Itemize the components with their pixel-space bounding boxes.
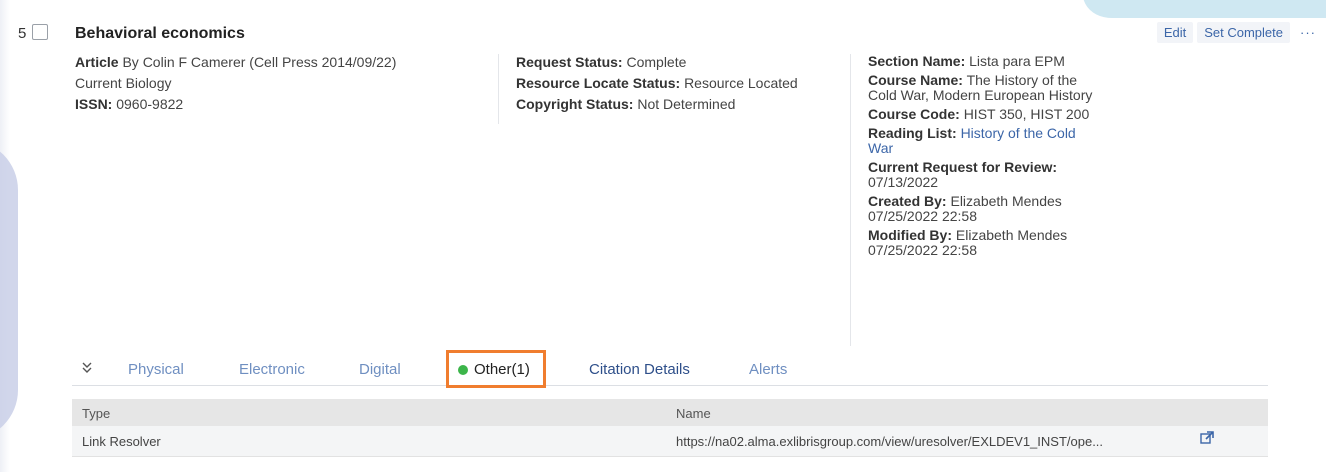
collapse-chevron-icon[interactable] [82,362,92,377]
modified-label: Modified By: [868,227,952,243]
issn-value: 0960-9822 [116,96,184,112]
row-number: 5 [18,25,27,42]
other-table: Type Name Link Resolver https://na02.alm… [72,399,1268,457]
request-status-label: Request Status: [516,54,623,70]
section-name-value: Lista para EPM [969,53,1065,69]
decorative-shape [0,140,18,440]
copyright-status-value: Not Determined [637,96,736,112]
column-header-type[interactable]: Type [82,406,110,421]
tab-electronic[interactable]: Electronic [239,361,305,378]
locate-status: Resource Locate Status: Resource Located [516,75,856,92]
cell-name-link[interactable]: https://na02.alma.exlibrisgroup.com/view… [676,434,1103,449]
status-column: Request Status: Complete Resource Locate… [498,54,856,124]
table-header: Type Name [72,399,1268,426]
status-dot-icon [458,365,468,375]
table-row: Link Resolver https://na02.alma.exlibris… [72,426,1268,457]
column-header-name[interactable]: Name [676,406,711,421]
tab-alerts[interactable]: Alerts [749,361,787,378]
record-title[interactable]: Behavioral economics [75,25,245,43]
more-actions-icon[interactable]: ··· [1300,25,1316,40]
external-link-icon[interactable] [1200,431,1214,448]
type-label: Article [75,54,119,70]
section-name: Section Name: Lista para EPM [868,54,1100,69]
request-status-value: Complete [626,54,687,70]
tab-other-label: Other(1) [474,361,530,378]
reading-list: Reading List: History of the Cold War [868,126,1100,156]
course-code-label: Course Code: [868,106,960,122]
citation-summary: Article By Colin F Camerer (Cell Press 2… [75,54,475,117]
created-label: Created By: [868,193,947,209]
decorative-banner [1064,0,1326,18]
journal: Current Biology [75,75,172,91]
issn-line: ISSN: 0960-9822 [75,96,475,113]
review-label: Current Request for Review: [868,159,1058,175]
tab-digital[interactable]: Digital [359,361,401,378]
edit-button[interactable]: Edit [1156,22,1194,43]
course-name-label: Course Name: [868,72,963,88]
current-request-review: Current Request for Review: 07/13/2022 [868,160,1100,190]
tab-bar: Physical Electronic Digital Other(1) Cit… [72,350,1268,388]
course-name: Course Name: The History of the Cold War… [868,73,1100,103]
locate-status-label: Resource Locate Status: [516,75,681,91]
section-name-label: Section Name: [868,53,966,69]
issn-label: ISSN: [75,96,113,112]
cell-type: Link Resolver [82,434,161,449]
modified-by: Modified By: Elizabeth Mendes 07/25/2022… [868,228,1100,258]
row-actions: Edit Set Complete ··· [1153,22,1316,43]
row-checkbox[interactable] [32,24,48,40]
tab-other[interactable]: Other(1) [446,350,546,388]
copyright-status: Copyright Status: Not Determined [516,96,856,113]
tab-physical[interactable]: Physical [128,361,184,378]
article-line: Article By Colin F Camerer (Cell Press 2… [75,54,475,71]
course-code: Course Code: HIST 350, HIST 200 [868,107,1100,122]
review-value: 07/13/2022 [868,174,939,190]
request-status: Request Status: Complete [516,54,856,71]
byline: By Colin F Camerer (Cell Press 2014/09/2… [122,54,397,70]
copyright-status-label: Copyright Status: [516,96,634,112]
set-complete-button[interactable]: Set Complete [1197,22,1290,43]
course-code-value: HIST 350, HIST 200 [963,106,1090,122]
tab-citation-details[interactable]: Citation Details [589,361,690,378]
details-column: Section Name: Lista para EPM Course Name… [850,54,1100,346]
locate-status-value: Resource Located [684,75,798,91]
created-by: Created By: Elizabeth Mendes 07/25/2022 … [868,194,1100,224]
reading-list-label: Reading List: [868,125,957,141]
